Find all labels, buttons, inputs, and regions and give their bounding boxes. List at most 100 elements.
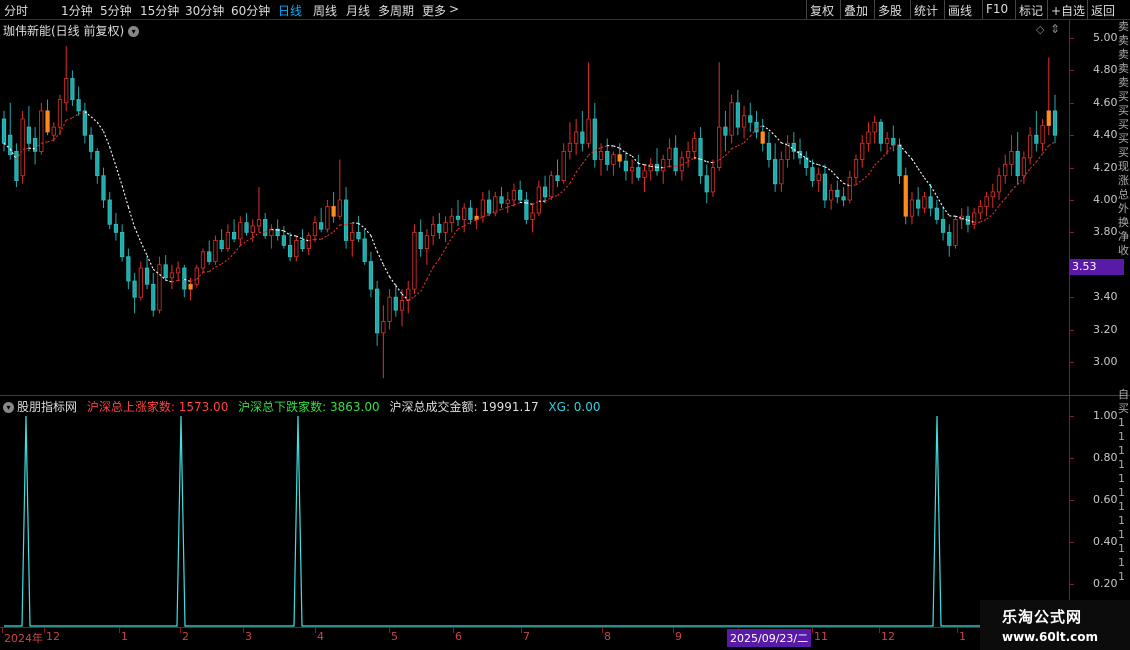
candle-body: [555, 175, 560, 181]
candle-body: [443, 222, 448, 233]
candle-body: [225, 231, 230, 249]
ma-segment: [743, 135, 751, 144]
ma-segment: [986, 213, 994, 220]
ma-segment: [998, 198, 1006, 206]
ma-segment: [1004, 190, 1012, 199]
date-label: 11: [814, 630, 828, 643]
price-tick: 3.20: [1093, 322, 1118, 336]
ma-segment: [146, 255, 154, 270]
candle-body: [231, 231, 237, 240]
candle-body: [518, 189, 523, 201]
candle-body: [39, 110, 44, 152]
candle-body: [773, 159, 778, 185]
price-tick: 4.00: [1093, 193, 1118, 206]
candle-body: [630, 167, 635, 172]
kline-chart[interactable]: [0, 0, 1069, 628]
ma-segment: [258, 231, 266, 234]
ma-segment: [923, 177, 932, 187]
date-label: 9: [675, 630, 682, 643]
indicator-tick-mark: [1069, 458, 1074, 459]
candle-body: [424, 235, 429, 249]
ma-segment: [102, 131, 111, 148]
candle-body: [567, 142, 573, 152]
ma-segment: [1011, 184, 1019, 191]
candle-body: [511, 189, 517, 201]
candle-body: [244, 222, 249, 233]
candle-body: [636, 167, 641, 178]
candle-body: [437, 223, 442, 233]
candle-body: [710, 167, 716, 193]
ma-segment: [569, 172, 577, 184]
candle-body: [953, 219, 958, 246]
candle-body: [611, 154, 616, 165]
candle-body: [14, 150, 19, 181]
quote-side-char: 1: [1118, 444, 1125, 457]
date-tick: [879, 628, 880, 633]
candle-body: [916, 199, 921, 209]
ma-segment: [874, 158, 882, 166]
candle-body: [182, 267, 187, 290]
price-tick-mark: [1069, 232, 1074, 234]
price-tick-mark: [1069, 102, 1074, 104]
candle-body: [928, 196, 933, 209]
candle-body: [1, 118, 7, 144]
watermark-url: www.60lt.com: [1002, 630, 1099, 644]
candle-body: [337, 199, 342, 217]
ma-segment: [625, 152, 633, 157]
candle-body: [120, 231, 125, 258]
candle-body: [312, 222, 318, 237]
quote-side-char: 1: [1118, 528, 1125, 541]
candle-body: [57, 99, 63, 128]
indicator-name[interactable]: 股朋指标网: [17, 400, 77, 414]
candle-body: [717, 126, 722, 168]
candle-body: [319, 222, 324, 230]
candle-body: [256, 219, 262, 227]
candle-body: [816, 173, 821, 181]
candle-body: [623, 160, 629, 172]
price-tick-mark: [1069, 362, 1074, 363]
indicator-menu-icon[interactable]: ▾: [3, 402, 14, 413]
quote-side-char: 买: [1118, 90, 1129, 103]
price-tick-mark: [1069, 38, 1074, 39]
candle-body: [343, 199, 349, 241]
ma-segment: [544, 197, 552, 202]
date-label: 2024年: [4, 632, 43, 645]
ma-segment: [1035, 153, 1044, 163]
indicator-tick: 0.40: [1093, 535, 1118, 548]
quote-side-char: 卖: [1118, 48, 1129, 61]
quote-side-char: 买: [1118, 104, 1129, 117]
down-count-label: 沪深总下跌家数: 3863.00: [238, 400, 380, 414]
ma-segment: [930, 185, 938, 197]
toolbar-action-8[interactable]: 返回: [1091, 2, 1115, 19]
ma-segment: [619, 147, 627, 154]
ma-segment: [731, 145, 739, 150]
candle-body: [580, 131, 585, 144]
date-label: 1: [121, 630, 128, 643]
candle-body: [909, 199, 915, 217]
ma-segment: [980, 218, 987, 223]
date-tick: [673, 628, 674, 633]
candle-body: [822, 173, 828, 201]
candle-body: [45, 110, 50, 133]
ma-segment: [283, 230, 291, 236]
candle-body: [368, 261, 374, 290]
date-tick: [243, 628, 244, 633]
quote-side-char: 1: [1118, 500, 1125, 513]
current-price-badge: 3.53: [1069, 259, 1124, 275]
candle-body: [841, 196, 846, 201]
quote-side-char: 买: [1118, 132, 1129, 145]
ma-segment: [638, 162, 645, 166]
price-tick-mark: [1069, 297, 1074, 299]
date-tick: [119, 628, 120, 633]
ma-segment: [917, 168, 925, 179]
ma-segment: [320, 235, 328, 240]
date-label: 4: [317, 630, 324, 643]
candle-body: [1052, 110, 1058, 136]
candle-body: [1015, 150, 1020, 177]
candle-body: [163, 264, 168, 279]
candle-body: [499, 196, 504, 204]
candle-body: [219, 240, 224, 249]
candle-body: [144, 267, 150, 285]
ma-segment: [867, 164, 876, 176]
quote-side-char: 卖: [1118, 34, 1129, 47]
